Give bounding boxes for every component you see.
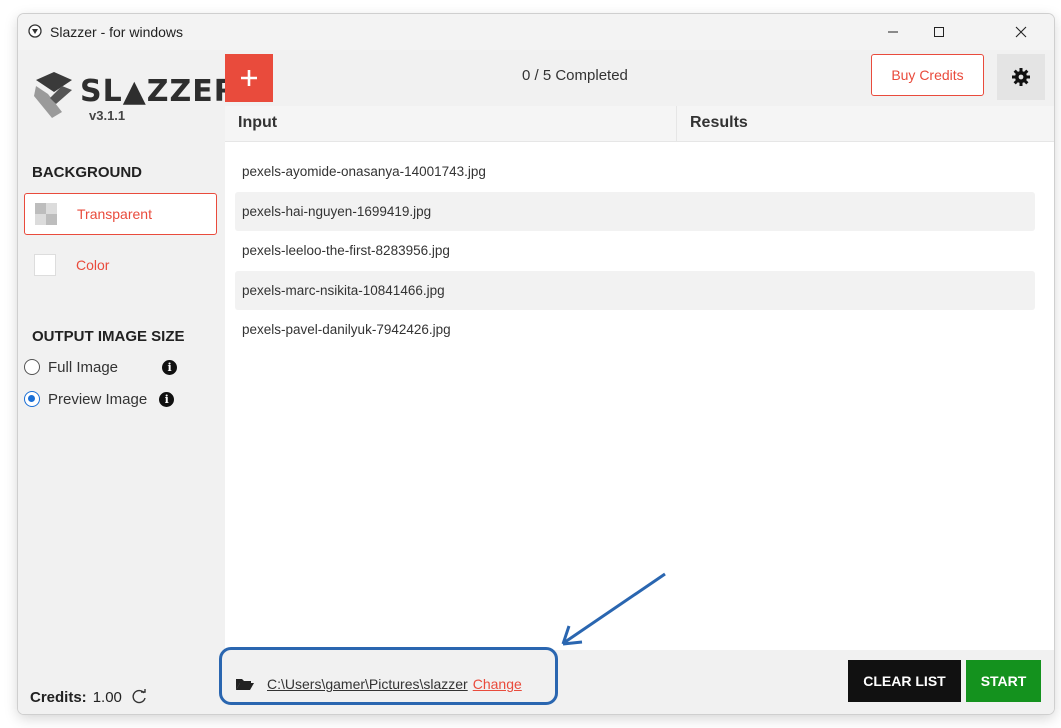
window-title: Slazzer - for windows xyxy=(50,24,184,40)
credits-value: 1.00 xyxy=(92,688,122,706)
table-row[interactable]: pexels-ayomide-onasanya-14001743.jpg xyxy=(235,152,1035,192)
minimize-icon xyxy=(888,31,898,33)
preview-image-radio[interactable] xyxy=(24,391,40,407)
settings-button[interactable] xyxy=(997,54,1045,100)
maximize-icon xyxy=(934,27,944,37)
background-option-color[interactable]: Color xyxy=(24,244,217,286)
full-image-label: Full Image xyxy=(48,358,119,376)
table-row[interactable]: pexels-marc-nsikita-10841466.jpg xyxy=(235,270,1035,310)
table-row[interactable]: pexels-hai-nguyen-1699419.jpg xyxy=(235,191,1035,231)
close-icon xyxy=(1015,26,1027,38)
annotation-arrow-icon xyxy=(561,572,666,646)
add-images-button[interactable] xyxy=(225,54,273,102)
background-section-title: BACKGROUND xyxy=(32,164,142,181)
version-label: v3.1.1 xyxy=(89,108,126,123)
color-swatch-icon xyxy=(34,254,56,276)
app-icon xyxy=(28,24,42,38)
gear-icon xyxy=(1012,68,1030,86)
close-button[interactable] xyxy=(998,14,1044,50)
slazzer-logo: SL▲ZZER v3.1.1 xyxy=(32,64,237,126)
background-option-label: Transparent xyxy=(77,206,152,222)
column-header-input: Input xyxy=(238,114,278,131)
progress-status: 0 / 5 Completed xyxy=(522,67,628,84)
background-option-label: Color xyxy=(76,257,110,273)
title-bar: Slazzer - for windows xyxy=(18,14,1054,50)
app-window: Slazzer - for windows SL▲ZZER v3.1.1 BAC… xyxy=(18,14,1054,714)
credits-label: Credits: xyxy=(30,688,87,706)
credits-display: Credits: 1.00 xyxy=(30,688,148,706)
annotation-highlight-box xyxy=(219,647,558,705)
file-list: pexels-ayomide-onasanya-14001743.jpg pex… xyxy=(235,152,1035,350)
maximize-button[interactable] xyxy=(916,14,962,50)
desktop-background xyxy=(0,0,16,728)
clear-list-button[interactable]: CLEAR LIST xyxy=(848,660,961,702)
refresh-icon[interactable] xyxy=(130,688,148,706)
transparent-swatch-icon xyxy=(35,203,57,225)
table-row[interactable]: pexels-pavel-danilyuk-7942426.jpg xyxy=(235,310,1035,350)
toolbar: 0 / 5 Completed Buy Credits xyxy=(225,50,1054,106)
background-option-transparent[interactable]: Transparent xyxy=(24,193,217,235)
plus-icon xyxy=(241,70,257,86)
buy-credits-button[interactable]: Buy Credits xyxy=(871,54,984,96)
info-icon[interactable]: i xyxy=(159,391,175,407)
output-size-section-title: OUTPUT IMAGE SIZE xyxy=(32,328,185,345)
full-image-radio[interactable] xyxy=(24,359,40,375)
column-divider xyxy=(676,106,677,141)
table-row[interactable]: pexels-leeloo-the-first-8283956.jpg xyxy=(235,231,1035,271)
sidebar: SL▲ZZER v3.1.1 BACKGROUND Transparent Co… xyxy=(18,50,237,714)
table-header: Input Results xyxy=(225,106,1054,142)
logo-text: SL▲ZZER xyxy=(80,74,238,109)
minimize-button[interactable] xyxy=(870,14,916,50)
column-header-results: Results xyxy=(690,114,748,131)
preview-image-option[interactable]: Preview Image i xyxy=(24,388,175,410)
info-icon[interactable]: i xyxy=(162,359,178,375)
preview-image-label: Preview Image xyxy=(48,390,148,408)
start-button[interactable]: START xyxy=(966,660,1041,702)
full-image-option[interactable]: Full Image i xyxy=(24,356,178,378)
logo-mark-icon xyxy=(34,72,72,118)
